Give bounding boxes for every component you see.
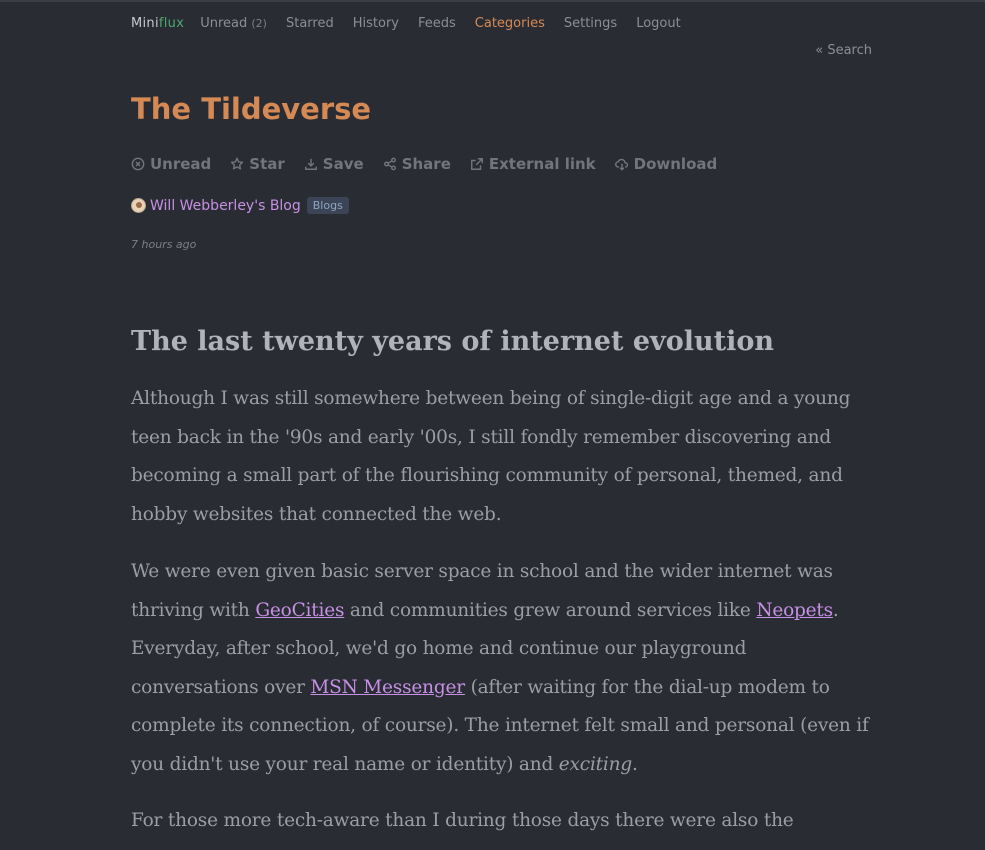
download-button[interactable]: Download: [614, 155, 717, 173]
nav-starred[interactable]: Starred: [286, 16, 334, 31]
nav-logout[interactable]: Logout: [636, 16, 681, 31]
article-paragraph: For those more tech-aware than I during …: [131, 810, 794, 831]
entry-title[interactable]: The Tildeverse: [131, 92, 371, 126]
msn-messenger-link[interactable]: MSN Messenger: [310, 677, 465, 698]
star-icon: [231, 157, 244, 170]
unread-count: (2): [251, 16, 267, 30]
nav-categories[interactable]: Categories: [475, 16, 545, 31]
cloud-download-icon: [614, 158, 628, 171]
entry-date: 7 hours ago: [131, 238, 197, 251]
nav-settings[interactable]: Settings: [564, 16, 617, 31]
feed-favicon-icon: [131, 198, 146, 213]
nav-feeds[interactable]: Feeds: [418, 16, 456, 31]
external-link-button[interactable]: External link: [470, 155, 596, 173]
miniflux-logo[interactable]: Miniflux: [131, 16, 184, 31]
mark-unread-button[interactable]: Unread: [131, 155, 211, 173]
entry-meta: Will Webberley's Blog Blogs: [131, 197, 349, 214]
share-icon: [383, 157, 396, 171]
entry-content: The last twenty years of internet evolut…: [131, 322, 872, 831]
share-button[interactable]: Share: [383, 155, 451, 173]
download-tray-icon: [304, 158, 317, 170]
article-paragraph: Although I was still somewhere between b…: [131, 388, 851, 525]
star-button[interactable]: Star: [230, 155, 285, 173]
article-heading: The last twenty years of internet evolut…: [131, 326, 774, 357]
category-badge[interactable]: Blogs: [306, 197, 349, 214]
nav-history[interactable]: History: [353, 16, 399, 31]
external-link-icon: [470, 158, 483, 170]
article-paragraph: We were even given basic server space in…: [131, 561, 869, 775]
geocities-link[interactable]: GeoCities: [255, 600, 344, 621]
top-border: [0, 0, 985, 2]
feed-link[interactable]: Will Webberley's Blog: [150, 198, 301, 214]
save-button[interactable]: Save: [304, 155, 364, 173]
entry-actions: Unread Star Save Share External link Dow…: [131, 155, 736, 173]
neopets-link[interactable]: Neopets: [756, 600, 833, 621]
nav-unread[interactable]: Unread (2): [200, 16, 267, 31]
main-nav: Miniflux Unread (2) Starred History Feed…: [131, 13, 700, 33]
search-link[interactable]: « Search: [815, 43, 872, 58]
circle-x-icon: [131, 157, 145, 171]
